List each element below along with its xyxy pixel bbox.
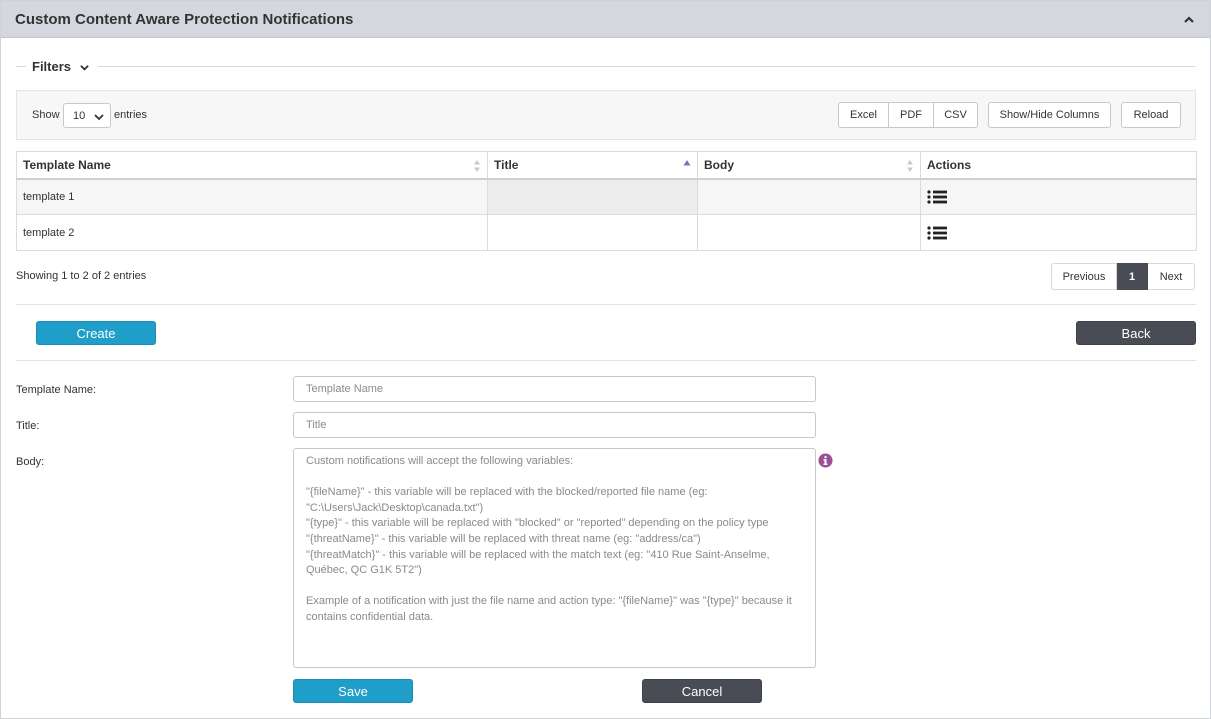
divider — [16, 66, 26, 67]
template-name-label: Template Name: — [16, 384, 97, 396]
export-csv-button[interactable]: CSV — [934, 102, 978, 128]
divider — [16, 360, 1196, 361]
table-header-row: Template Name Title Body Actions — [16, 151, 1197, 180]
panel-header: Custom Content Aware Protection Notifica… — [1, 1, 1210, 38]
table-row[interactable]: template 2 — [16, 214, 1197, 251]
templates-table: Template Name Title Body Actions templat… — [16, 151, 1197, 251]
chevron-down-icon — [94, 114, 104, 121]
create-button[interactable]: Create — [36, 321, 156, 345]
column-header-actions: Actions — [920, 151, 1197, 180]
save-button[interactable]: Save — [293, 679, 413, 703]
info-icon[interactable] — [818, 453, 833, 468]
chevron-up-icon[interactable] — [1182, 13, 1196, 27]
back-button[interactable]: Back — [1076, 321, 1196, 345]
sort-both-icon — [907, 160, 913, 172]
pagination: Previous 1 Next — [1051, 263, 1195, 290]
title-label: Title: — [16, 420, 40, 432]
export-excel-button[interactable]: Excel — [838, 102, 889, 128]
filters-section: Filters — [16, 59, 1196, 75]
pagination-previous[interactable]: Previous — [1051, 263, 1117, 290]
title-input[interactable] — [293, 412, 816, 438]
reload-button[interactable]: Reload — [1121, 102, 1181, 128]
column-header-label: Body — [704, 157, 734, 172]
entries-select-value: 10 — [73, 110, 86, 122]
filters-toggle[interactable]: Filters — [32, 59, 71, 74]
cell-template-name: template 1 — [16, 178, 488, 215]
body-textarea[interactable]: Custom notifications will accept the fol… — [293, 448, 816, 668]
sort-both-icon — [474, 160, 480, 172]
list-menu-icon[interactable] — [927, 190, 947, 204]
template-name-input[interactable] — [293, 376, 816, 402]
export-button-group: Excel PDF CSV — [838, 102, 978, 128]
column-header-title[interactable]: Title — [487, 151, 698, 180]
show-hide-columns-button[interactable]: Show/Hide Columns — [988, 102, 1111, 128]
entries-label: entries — [114, 109, 148, 121]
pagination-info: Showing 1 to 2 of 2 entries — [16, 270, 147, 282]
cell-actions — [920, 178, 1197, 215]
cell-actions — [920, 214, 1197, 251]
column-header-label: Actions — [927, 157, 972, 172]
column-header-template-name[interactable]: Template Name — [16, 151, 488, 180]
column-header-label: Title — [494, 157, 519, 172]
chevron-down-icon[interactable] — [80, 63, 89, 72]
cell-template-name: template 2 — [16, 214, 488, 251]
show-label: Show — [32, 109, 60, 121]
cell-title — [487, 214, 698, 251]
cancel-button[interactable]: Cancel — [642, 679, 762, 703]
divider — [98, 66, 1196, 67]
pagination-next[interactable]: Next — [1148, 263, 1195, 290]
notifications-panel: Custom Content Aware Protection Notifica… — [0, 0, 1211, 719]
list-menu-icon[interactable] — [927, 225, 947, 240]
entries-select[interactable]: 10 — [63, 103, 111, 128]
divider — [16, 304, 1196, 305]
column-header-body[interactable]: Body — [697, 151, 921, 180]
cell-body — [697, 214, 921, 251]
sort-ascending-icon — [683, 160, 691, 166]
table-row[interactable]: template 1 — [16, 178, 1197, 215]
column-header-label: Template Name — [23, 157, 111, 172]
cell-title — [487, 178, 698, 215]
body-label: Body: — [16, 456, 45, 468]
page-title: Custom Content Aware Protection Notifica… — [15, 11, 354, 28]
pagination-page-1[interactable]: 1 — [1117, 263, 1148, 290]
cell-body — [697, 178, 921, 215]
export-pdf-button[interactable]: PDF — [889, 102, 934, 128]
table-toolbar: Show 10 entries Excel PDF CSV Show/Hide … — [16, 90, 1196, 140]
